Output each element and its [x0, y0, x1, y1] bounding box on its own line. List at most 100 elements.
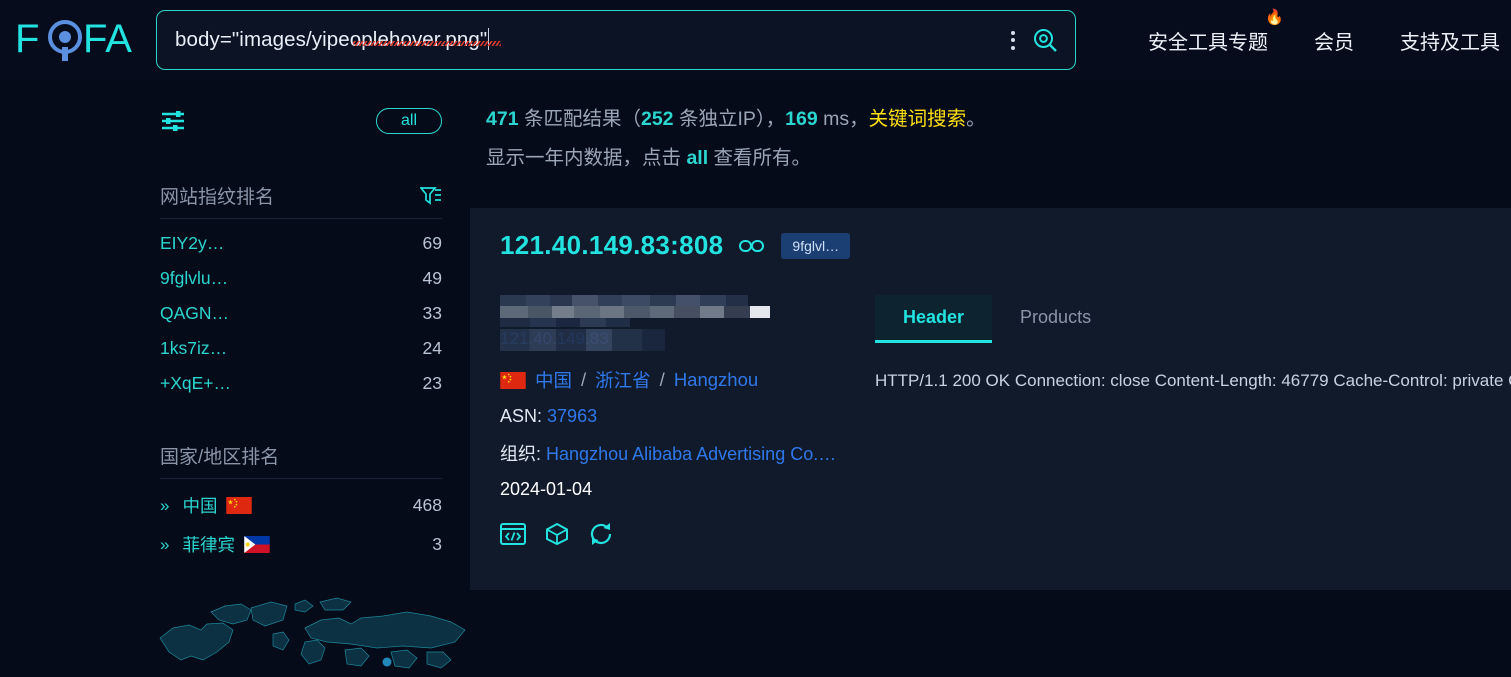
- unique-ip-count: 252: [640, 108, 674, 130]
- flag-icon-philippines: [244, 536, 270, 553]
- location-province[interactable]: 浙江省: [595, 367, 651, 393]
- code-window-icon[interactable]: [500, 522, 526, 546]
- search-box[interactable]: body="images/yipeoplehover.png": [156, 10, 1076, 70]
- text-caret: [488, 28, 490, 50]
- chain-link-icon[interactable]: [739, 238, 765, 254]
- fingerprint-name[interactable]: 1ks7iz…: [160, 338, 227, 359]
- result-date: 2024-01-04: [500, 479, 593, 499]
- sidebar-toolbar: all: [160, 80, 442, 134]
- fingerprint-count: 33: [422, 303, 442, 323]
- page-body: all 网站指纹排名 EIY2y… 69 9fglvlu… 49 QAGN… 3…: [0, 80, 1511, 677]
- nav-label: 支持及工具: [1400, 31, 1500, 54]
- result-action-icons: [500, 522, 875, 546]
- country-name-group[interactable]: » 菲律宾: [160, 532, 270, 557]
- nav-label: 安全工具专题: [1148, 31, 1268, 54]
- more-options-icon[interactable]: [1003, 25, 1023, 56]
- summary-comma: ，: [849, 108, 869, 130]
- nav-item-membership[interactable]: 会员: [1314, 26, 1354, 55]
- fingerprint-row[interactable]: 9fglvlu… 49: [160, 268, 442, 289]
- detail-tabs: Header Products: [875, 295, 1511, 343]
- divider: [160, 218, 442, 219]
- refresh-icon[interactable]: [588, 522, 614, 546]
- section-label: 国家/地区排名: [160, 447, 280, 468]
- fingerprint-row[interactable]: QAGN… 33: [160, 303, 442, 324]
- summary-line-secondary: 显示一年内数据，点击 all 查看所有。: [486, 141, 1511, 170]
- tab-header[interactable]: Header: [875, 295, 993, 343]
- world-map: [155, 590, 485, 677]
- query-time-unit: ms: [823, 108, 850, 130]
- asn-row: ASN: 37963: [500, 406, 875, 427]
- unique-ip-suffix: 条独立IP），: [678, 108, 786, 130]
- fingerprint-section-title: 网站指纹排名: [160, 182, 442, 209]
- breadcrumb-separator: /: [659, 369, 665, 390]
- fingerprint-name[interactable]: 9fglvlu…: [160, 268, 228, 289]
- fingerprint-count: 24: [422, 338, 442, 358]
- result-detail-column: Header Products HTTP/1.1 200 OK Connecti…: [875, 295, 1511, 546]
- fire-icon: 🔥: [1265, 8, 1284, 26]
- org-row: 组织: Hangzhou Alibaba Advertising Co.…: [500, 440, 845, 466]
- country-label: 中国: [182, 496, 218, 516]
- blur-mask: [500, 329, 665, 351]
- all-filter-pill[interactable]: all: [375, 108, 442, 134]
- tab-products[interactable]: Products: [992, 295, 1119, 343]
- summary-note-prefix: 显示一年内数据，点击: [486, 147, 682, 169]
- match-count-suffix: 条匹配结果（: [523, 108, 641, 130]
- fingerprint-name[interactable]: EIY2y…: [160, 233, 224, 254]
- nav-label: 会员: [1314, 31, 1354, 54]
- results-summary: 471 条匹配结果（252 条独立IP），169 ms，关键词搜索。 显示一年内…: [470, 80, 1511, 170]
- fingerprint-row[interactable]: EIY2y… 69: [160, 233, 442, 254]
- funnel-filter-icon[interactable]: [420, 186, 442, 206]
- nav-item-support-tools[interactable]: 支持及工具: [1400, 26, 1500, 55]
- country-name-group[interactable]: » 中国: [160, 493, 253, 518]
- asn-label: ASN:: [500, 406, 543, 426]
- http-headers-text: HTTP/1.1 200 OK Connection: close Conten…: [875, 371, 1511, 390]
- result-card-header: 121.40.149.83:808 9fglvl… 50: [470, 230, 1511, 261]
- org-value[interactable]: Hangzhou Alibaba Advertising Co.…: [546, 444, 836, 464]
- fingerprint-row[interactable]: 1ks7iz… 24: [160, 338, 442, 359]
- fingerprint-tag[interactable]: 9fglvl… 50: [781, 232, 851, 259]
- location-country[interactable]: 中国: [535, 367, 572, 393]
- sidebar: all 网站指纹排名 EIY2y… 69 9fglvlu… 49 QAGN… 3…: [0, 80, 470, 677]
- section-label: 网站指纹排名: [160, 187, 275, 208]
- search-icon[interactable]: [1031, 26, 1059, 54]
- org-label: 组织:: [500, 444, 542, 464]
- country-label: 菲律宾: [182, 535, 235, 555]
- result-card: 121.40.149.83:808 9fglvl… 50: [470, 208, 1511, 590]
- country-row[interactable]: » 中国 468: [160, 493, 442, 518]
- fofa-logo[interactable]: F FA: [14, 16, 144, 64]
- country-section-title: 国家/地区排名: [160, 442, 442, 469]
- match-count: 471: [486, 108, 519, 130]
- tag-label: 9fglvl…: [792, 237, 840, 254]
- svg-text:FA: FA: [83, 17, 132, 61]
- main-navigation: 安全工具专题 🔥 会员 支持及工具: [1148, 9, 1500, 55]
- search-mode-badge: 关键词搜索: [868, 108, 967, 130]
- result-ip-port[interactable]: 121.40.149.83:808: [500, 230, 723, 261]
- nav-item-security-tools[interactable]: 安全工具专题 🔥: [1148, 9, 1284, 55]
- search-input[interactable]: body="images/yipeoplehover.png": [157, 28, 1003, 52]
- fingerprint-row[interactable]: +XqE+… 23: [160, 373, 442, 394]
- redacted-host-ip[interactable]: 121.40.149.83: [500, 329, 665, 351]
- fingerprint-name[interactable]: +XqE+…: [160, 373, 231, 394]
- fingerprint-name[interactable]: QAGN…: [160, 303, 229, 324]
- search-query-text: body="images/yipeoplehover.png": [175, 28, 488, 51]
- spellcheck-squiggle: [353, 41, 501, 46]
- country-count: 3: [432, 534, 442, 554]
- results-panel: 471 条匹配结果（252 条独立IP），169 ms，关键词搜索。 显示一年内…: [470, 80, 1511, 677]
- location-city[interactable]: Hangzhou: [674, 369, 758, 391]
- fingerprint-count: 23: [422, 373, 442, 393]
- asn-value[interactable]: 37963: [547, 406, 597, 426]
- cube-icon[interactable]: [544, 522, 570, 546]
- flag-icon-china: [226, 497, 253, 514]
- divider: [160, 478, 442, 479]
- fingerprint-count: 69: [422, 233, 442, 253]
- sliders-icon[interactable]: [160, 109, 188, 133]
- all-results-link[interactable]: all: [686, 147, 708, 169]
- fingerprint-count: 49: [422, 268, 442, 288]
- summary-period: 。: [966, 108, 986, 130]
- summary-line-primary: 471 条匹配结果（252 条独立IP），169 ms，关键词搜索。: [486, 102, 1511, 131]
- summary-note-suffix: 查看所有。: [713, 147, 812, 169]
- flag-icon-china: [500, 371, 526, 389]
- svg-text:F: F: [15, 17, 39, 61]
- country-count: 468: [412, 495, 442, 515]
- country-row[interactable]: » 菲律宾 3: [160, 532, 442, 557]
